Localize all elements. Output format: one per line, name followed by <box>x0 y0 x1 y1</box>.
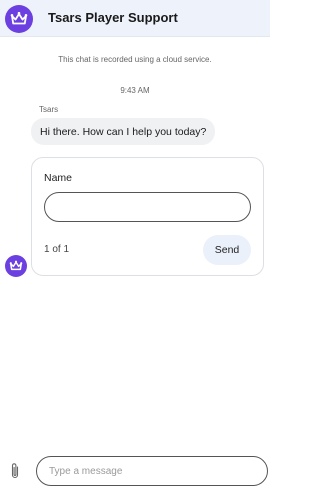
crown-icon <box>9 260 23 271</box>
chat-title: Tsars Player Support <box>48 10 178 25</box>
paperclip-icon[interactable] <box>7 461 23 481</box>
sender-name: Tsars <box>39 105 59 114</box>
name-form-card: Name 1 of 1 Send <box>31 157 264 276</box>
recording-notice: This chat is recorded using a cloud serv… <box>58 55 212 64</box>
crown-icon <box>10 11 28 25</box>
chat-window: Tsars Player Support This chat is record… <box>0 0 270 493</box>
message-timestamp: 9:43 AM <box>120 86 150 95</box>
form-pager: 1 of 1 <box>44 244 70 255</box>
chat-header: Tsars Player Support <box>0 0 270 37</box>
brand-avatar <box>5 5 33 33</box>
message-input[interactable] <box>36 456 268 486</box>
name-field-label: Name <box>44 172 73 184</box>
send-button[interactable]: Send <box>203 235 251 265</box>
message-bubble: Hi there. How can I help you today? <box>31 118 216 145</box>
name-input[interactable] <box>44 192 251 222</box>
bot-avatar <box>5 255 27 277</box>
